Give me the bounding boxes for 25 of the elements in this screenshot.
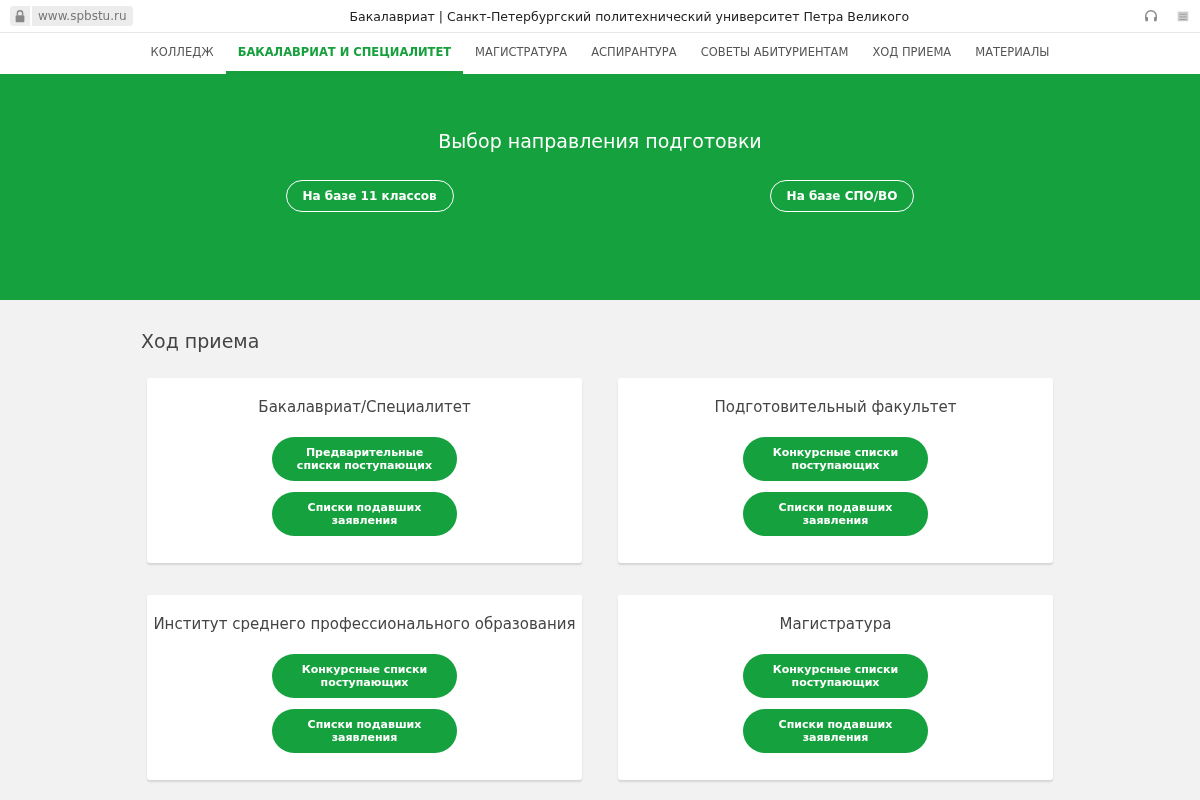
address-field[interactable]: www.spbstu.ru [32, 6, 133, 26]
list-button[interactable]: Предварительные списки поступающих [272, 437, 457, 481]
list-button[interactable]: Списки подавших заявления [272, 492, 457, 536]
list-button[interactable]: Списки подавших заявления [743, 709, 928, 753]
nav-tab[interactable]: ХОД ПРИЕМА [860, 33, 964, 74]
card-title: Подготовительный факультет [714, 398, 957, 416]
nav-tab[interactable]: АСПИРАНТУРА [579, 33, 689, 74]
page-title: Бакалавриат | Санкт-Петербургский политехнический университет Петра Великого [348, 8, 911, 24]
hero-title: Выбор направления подготовки [438, 130, 762, 152]
list-button[interactable]: Списки подавших заявления [743, 492, 928, 536]
nav-tab[interactable]: МАТЕРИАЛЫ [963, 33, 1062, 74]
list-button[interactable]: Списки подавших заявления [272, 709, 457, 753]
card-title: Бакалавриат/Специалитет [258, 398, 471, 416]
card-title: Институт среднего профессионального образования [153, 615, 576, 633]
lock-icon [10, 6, 30, 26]
section-title: Ход приема [141, 330, 261, 352]
headphones-icon[interactable] [1144, 9, 1158, 23]
nav-tab[interactable]: СОВЕТЫ АБИТУРИЕНТАМ [688, 33, 861, 74]
list-button[interactable]: Конкурсные списки поступающих [743, 654, 928, 698]
list-button[interactable]: Конкурсные списки поступающих [743, 437, 928, 481]
reader-icon[interactable] [1176, 9, 1190, 23]
card-title: Магистратура [779, 615, 892, 633]
nav-tab[interactable]: КОЛЛЕДЖ [138, 33, 226, 74]
nav-tab[interactable]: МАГИСТРАТУРА [463, 33, 580, 74]
list-button[interactable]: Конкурсные списки поступающих [272, 654, 457, 698]
